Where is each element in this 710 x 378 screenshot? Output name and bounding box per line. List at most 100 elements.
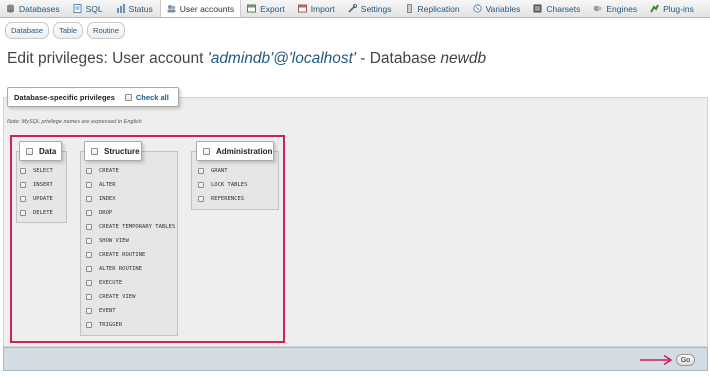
tab-settings[interactable]: Settings <box>342 0 399 17</box>
privilege-event[interactable]: EVENT <box>86 308 116 314</box>
privilege-checkbox[interactable] <box>86 168 92 174</box>
privilege-delete[interactable]: DELETE <box>20 210 53 216</box>
tab-label: Databases <box>19 3 60 14</box>
tab-label: Plug-ins <box>663 3 694 14</box>
structure-group-label: Structure <box>104 146 140 156</box>
privilege-drop[interactable]: DROP <box>86 210 112 216</box>
privilege-checkbox[interactable] <box>20 168 26 174</box>
tab-label: Settings <box>360 3 392 14</box>
privilege-references[interactable]: REFERENCES <box>198 196 244 202</box>
export-icon <box>247 4 257 13</box>
privilege-checkbox[interactable] <box>198 196 204 202</box>
privilege-checkbox[interactable] <box>20 210 26 216</box>
privilege-label: CREATE TEMPORARY TABLES <box>99 224 176 230</box>
privilege-checkbox[interactable] <box>20 182 26 188</box>
privilege-show-view[interactable]: SHOW VIEW <box>86 238 129 244</box>
tab-label: Status <box>128 3 153 14</box>
privilege-grant[interactable]: GRANT <box>198 168 228 174</box>
privilege-checkbox[interactable] <box>86 252 92 258</box>
privilege-alter[interactable]: ALTER <box>86 182 116 188</box>
privilege-lock-tables[interactable]: LOCK TABLES <box>198 182 247 188</box>
privilege-checkbox[interactable] <box>198 168 204 174</box>
tab-sql[interactable]: SQL <box>67 0 110 17</box>
privilege-label: CREATE ROUTINE <box>99 252 146 258</box>
privilege-label: INDEX <box>99 196 116 202</box>
tab-label: Import <box>310 3 335 14</box>
privilege-create-view[interactable]: CREATE VIEW <box>86 294 135 300</box>
replication-icon <box>405 4 414 13</box>
tab-status[interactable]: Status <box>110 0 160 17</box>
privilege-note: Note: MySQL privilege names are expresse… <box>7 119 142 125</box>
subtab-table[interactable]: Table <box>53 22 84 39</box>
tab-plugins[interactable]: Plug-ins <box>644 0 701 17</box>
tab-charsets[interactable]: Charsets <box>527 0 587 17</box>
title-database: newdb <box>440 50 487 67</box>
tab-engines[interactable]: Engines <box>587 0 644 17</box>
sql-icon <box>73 4 82 13</box>
privilege-checkbox[interactable] <box>86 280 92 286</box>
privilege-label: ALTER <box>99 182 116 188</box>
privilege-select[interactable]: SELECT <box>20 168 53 174</box>
plugins-icon <box>650 4 660 13</box>
tab-user-accounts[interactable]: User accounts <box>159 0 242 17</box>
tab-variables[interactable]: Variables <box>467 0 528 17</box>
privilege-insert[interactable]: INSERT <box>20 182 53 188</box>
tab-databases[interactable]: Databases <box>0 0 67 17</box>
structure-group-checkbox[interactable] <box>91 147 98 155</box>
data-group-label: Data <box>39 146 57 156</box>
check-all-checkbox[interactable] <box>124 93 132 101</box>
privilege-checkbox[interactable] <box>86 224 92 230</box>
subtab-routine[interactable]: Routine <box>87 22 125 39</box>
privilege-checkbox[interactable] <box>86 294 92 300</box>
data-group-legend[interactable]: Data <box>19 141 62 161</box>
engines-icon <box>593 4 602 13</box>
administration-group-checkbox[interactable] <box>203 147 210 155</box>
tab-label: SQL <box>85 3 103 14</box>
privilege-create-routine[interactable]: CREATE ROUTINE <box>86 252 145 258</box>
privilege-create-temporary-tables[interactable]: CREATE TEMPORARY TABLES <box>86 224 175 230</box>
privilege-checkbox[interactable] <box>86 210 92 216</box>
privilege-label: SELECT <box>33 168 53 174</box>
go-button[interactable]: Go <box>676 354 695 366</box>
title-prefix: Edit privileges: User account <box>7 50 208 67</box>
data-group-checkbox[interactable] <box>26 147 33 155</box>
privilege-checkbox[interactable] <box>86 196 92 202</box>
pointer-arrow-icon <box>640 354 673 366</box>
variables-icon <box>472 4 482 13</box>
administration-group-legend[interactable]: Administration <box>196 141 274 161</box>
privilege-update[interactable]: UPDATE <box>20 196 53 202</box>
subtab-database[interactable]: Database <box>5 22 50 39</box>
tab-label: Variables <box>485 3 521 14</box>
privilege-label: DROP <box>99 210 113 216</box>
privilege-alter-routine[interactable]: ALTER ROUTINE <box>86 266 142 272</box>
privilege-create[interactable]: CREATE <box>86 168 119 174</box>
tab-export[interactable]: Export <box>241 0 292 17</box>
check-all-label[interactable]: Check all <box>136 93 169 102</box>
form-footer <box>3 347 708 371</box>
privilege-checkbox[interactable] <box>86 266 92 272</box>
privilege-label: LOCK TABLES <box>211 182 248 188</box>
privilege-label: REFERENCES <box>211 196 245 202</box>
privilege-checkbox[interactable] <box>198 182 204 188</box>
top-navigation: Databases SQL Status User accounts Expor… <box>0 0 710 18</box>
privilege-checkbox[interactable] <box>86 322 92 328</box>
structure-group-legend[interactable]: Structure <box>84 141 142 161</box>
database-icon <box>6 4 15 13</box>
status-icon <box>116 4 125 13</box>
privilege-index[interactable]: INDEX <box>86 196 116 202</box>
check-all-toggle[interactable]: Check all <box>124 93 169 102</box>
title-account[interactable]: 'admindb'@'localhost' <box>208 50 356 67</box>
privilege-checkbox[interactable] <box>86 238 92 244</box>
tab-import[interactable]: Import <box>292 0 342 17</box>
privilege-checkbox[interactable] <box>20 196 26 202</box>
privilege-trigger[interactable]: TRIGGER <box>86 322 122 328</box>
tab-replication[interactable]: Replication <box>399 0 467 17</box>
privilege-execute[interactable]: EXECUTE <box>86 280 122 286</box>
privilege-checkbox[interactable] <box>86 308 92 314</box>
privilege-label: CREATE VIEW <box>99 294 136 300</box>
settings-icon <box>348 3 357 13</box>
privilege-checkbox[interactable] <box>86 182 92 188</box>
sub-tabs: Database Table Routine <box>5 22 125 39</box>
tab-label: Charsets <box>546 3 581 14</box>
fieldset-legend: Database-specific privileges Check all <box>7 87 179 107</box>
